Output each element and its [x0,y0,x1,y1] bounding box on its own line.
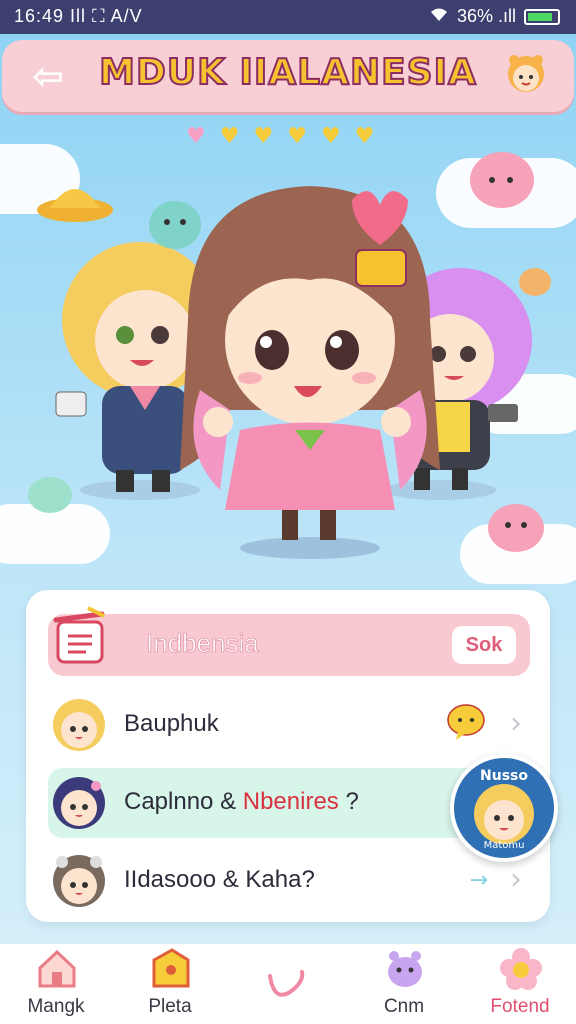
list-item-label: Caplnno & Nbenires ? [124,788,359,815]
heart-icon: ♥ [219,124,240,149]
nav-item-link[interactable] [238,944,334,1024]
hero-illustration [28,152,551,559]
chevron-right-icon: › [510,706,522,741]
mascot-icon[interactable] [500,48,552,100]
list-item[interactable]: IIdasooo & Kaha? → › [48,846,530,916]
flower-icon [500,948,542,990]
nav-label: Cnm [383,996,425,1017]
link-icon [268,970,305,997]
bottom-nav: Mangk Pleta Cnm Fotend [0,944,576,1024]
avatar [53,855,105,907]
badge-subtitle: Matomu [483,840,525,851]
chevron-right-icon: › [510,862,522,897]
nav-label: Mangk [27,996,85,1017]
nav-item-pleta[interactable]: Pleta [122,944,218,1024]
list-item-label: Bauphuk [124,710,219,737]
wifi-icon [429,6,449,27]
nav-label: Fotend [490,996,550,1017]
chat-bubble-icon [446,702,486,746]
status-bar: 16:49 Ill ⛶ A/V 36% .ıll [0,0,576,34]
floating-badge[interactable]: Nusso Matomu [450,754,558,862]
list-item-label: IIdasooo & Kaha? [124,866,315,893]
basket-icon [48,604,110,670]
nav-item-fotend[interactable]: Fotend [472,944,568,1024]
search-button[interactable]: Sok [452,626,516,664]
search-input[interactable]: Indbensia [146,628,259,659]
battery-icon [524,8,560,25]
heart-icon: ♥ [320,124,341,149]
tag-icon [152,948,190,988]
page-title: MDUK IIALANESIA [98,51,477,94]
badge-title: Nusso [480,768,528,784]
status-right: 36% .ıll [429,6,560,27]
content-panel: Indbensia Sok Bauphuk › Caplnno & Nbenir… [26,590,550,922]
creature-icon [388,951,422,987]
status-time: 16:49 Ill ⛶ A/V [14,6,143,26]
list-item[interactable]: Bauphuk › [48,690,530,760]
arrow-icon: → [469,868,488,893]
nav-item-home[interactable]: Mangk [8,944,104,1024]
heart-icon: ♥ [287,124,307,149]
network-label: 36% .ıll [456,6,516,26]
hearts-row: ♥ ♥ ♥ ♥ ♥ ♥ [186,126,374,148]
nav-label: Pleta [148,996,192,1017]
heart-icon: ♥ [186,124,206,149]
avatar [53,777,105,829]
home-icon [38,949,76,988]
app-header: ⇦ MDUK IIALANESIA [2,40,574,112]
heart-icon: ♥ [354,124,375,149]
nav-item-cnm[interactable]: Cnm [356,944,452,1024]
search-bar[interactable]: Indbensia Sok [48,606,530,676]
heart-icon: ♥ [253,124,274,149]
avatar [53,699,105,751]
